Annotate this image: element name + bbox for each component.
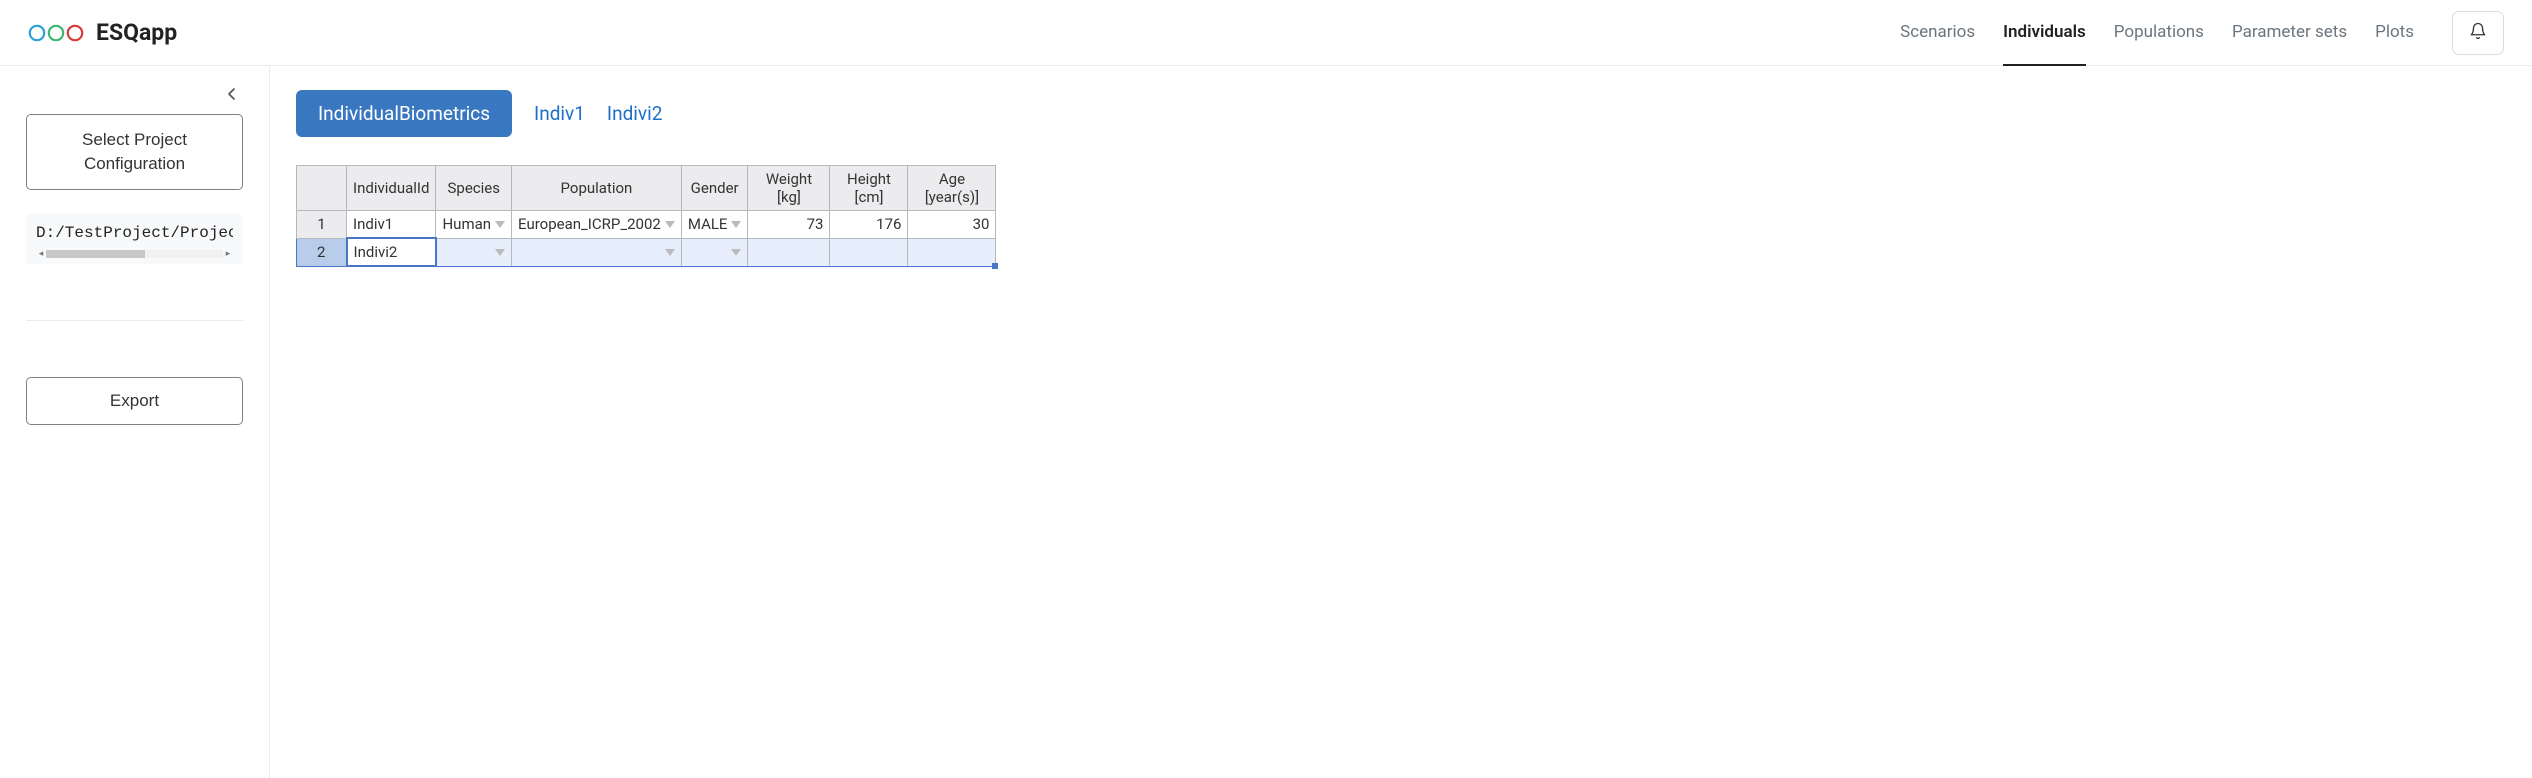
notifications-button[interactable] <box>2452 11 2504 55</box>
cell-species-value: Human <box>442 215 491 233</box>
biometrics-table[interactable]: IndividualId Species Population Gender W… <box>296 165 996 267</box>
cell-species[interactable] <box>436 238 512 266</box>
dropdown-icon <box>495 221 505 228</box>
top-nav: Scenarios Individuals Populations Parame… <box>1900 0 2504 66</box>
cell-population[interactable] <box>512 238 682 266</box>
tab-indiv1[interactable]: Indiv1 <box>534 102 585 125</box>
corner-cell[interactable] <box>297 166 347 211</box>
nav-item-parameter-sets[interactable]: Parameter sets <box>2232 0 2347 66</box>
selection-handle[interactable] <box>992 263 998 269</box>
dropdown-icon <box>731 221 741 228</box>
export-button[interactable]: Export <box>26 377 243 425</box>
col-header-weight[interactable]: Weight [kg] <box>748 166 830 211</box>
table-row[interactable]: 2 Indivi2 <box>297 238 996 266</box>
select-project-config-button[interactable]: Select Project Configuration <box>26 114 243 190</box>
col-header-species[interactable]: Species <box>436 166 512 211</box>
nav-item-populations[interactable]: Populations <box>2114 0 2204 66</box>
scroll-track[interactable] <box>46 250 223 258</box>
table-header-row: IndividualId Species Population Gender W… <box>297 166 996 211</box>
scroll-right-arrow-icon[interactable]: ▸ <box>223 249 233 259</box>
tabs: IndividualBiometrics Indiv1 Indivi2 <box>296 90 2506 137</box>
select-project-config-label: Select Project Configuration <box>37 128 232 176</box>
collapse-sidebar-button[interactable] <box>221 84 243 106</box>
cell-weight[interactable] <box>748 238 830 266</box>
cell-gender[interactable] <box>681 238 748 266</box>
project-path-box: D:/TestProject/ProjectC ◂ ▸ <box>26 214 243 264</box>
nav-item-plots[interactable]: Plots <box>2375 0 2414 66</box>
cell-height[interactable] <box>830 238 908 266</box>
app-name: ESQapp <box>96 19 177 46</box>
row-number-cell[interactable]: 2 <box>297 238 347 266</box>
main: IndividualBiometrics Indiv1 Indivi2 Indi… <box>270 66 2532 778</box>
logo-icon <box>28 23 84 43</box>
nav-item-individuals[interactable]: Individuals <box>2003 0 2086 66</box>
chevron-left-icon <box>227 86 237 105</box>
cell-gender-value: MALE <box>688 215 728 233</box>
dropdown-icon <box>665 249 675 256</box>
cell-age[interactable]: 30 <box>908 211 996 239</box>
table-row[interactable]: 1 Indiv1 Human European_ICRP_2002 MALE 7… <box>297 211 996 239</box>
col-header-population[interactable]: Population <box>512 166 682 211</box>
sidebar-divider <box>26 320 243 321</box>
header: ESQapp Scenarios Individuals Populations… <box>0 0 2532 66</box>
col-header-age[interactable]: Age [year(s)] <box>908 166 996 211</box>
export-label: Export <box>110 391 159 410</box>
sidebar: Select Project Configuration D:/TestProj… <box>0 66 270 778</box>
row-number-cell[interactable]: 1 <box>297 211 347 239</box>
col-header-height[interactable]: Height [cm] <box>830 166 908 211</box>
cell-species[interactable]: Human <box>436 211 512 239</box>
cell-age[interactable] <box>908 238 996 266</box>
bell-icon <box>2469 22 2487 43</box>
cell-height[interactable]: 176 <box>830 211 908 239</box>
dropdown-icon <box>665 221 675 228</box>
dropdown-icon <box>495 249 505 256</box>
scroll-left-arrow-icon[interactable]: ◂ <box>36 249 46 259</box>
cell-individualid[interactable]: Indivi2 <box>347 238 436 266</box>
project-path-text: D:/TestProject/ProjectC <box>36 224 233 242</box>
dropdown-icon <box>731 249 741 256</box>
logo-block: ESQapp <box>28 19 177 46</box>
cell-gender[interactable]: MALE <box>681 211 748 239</box>
nav-item-scenarios[interactable]: Scenarios <box>1900 0 1975 66</box>
scroll-thumb[interactable] <box>46 250 145 258</box>
tab-individual-biometrics[interactable]: IndividualBiometrics <box>296 90 512 137</box>
cell-individualid[interactable]: Indiv1 <box>347 211 436 239</box>
tab-indivi2[interactable]: Indivi2 <box>607 102 663 125</box>
cell-weight[interactable]: 73 <box>748 211 830 239</box>
col-header-individualid[interactable]: IndividualId <box>347 166 436 211</box>
col-header-gender[interactable]: Gender <box>681 166 748 211</box>
cell-population-value: European_ICRP_2002 <box>518 215 661 233</box>
path-scrollbar[interactable]: ◂ ▸ <box>36 248 233 260</box>
cell-population[interactable]: European_ICRP_2002 <box>512 211 682 239</box>
